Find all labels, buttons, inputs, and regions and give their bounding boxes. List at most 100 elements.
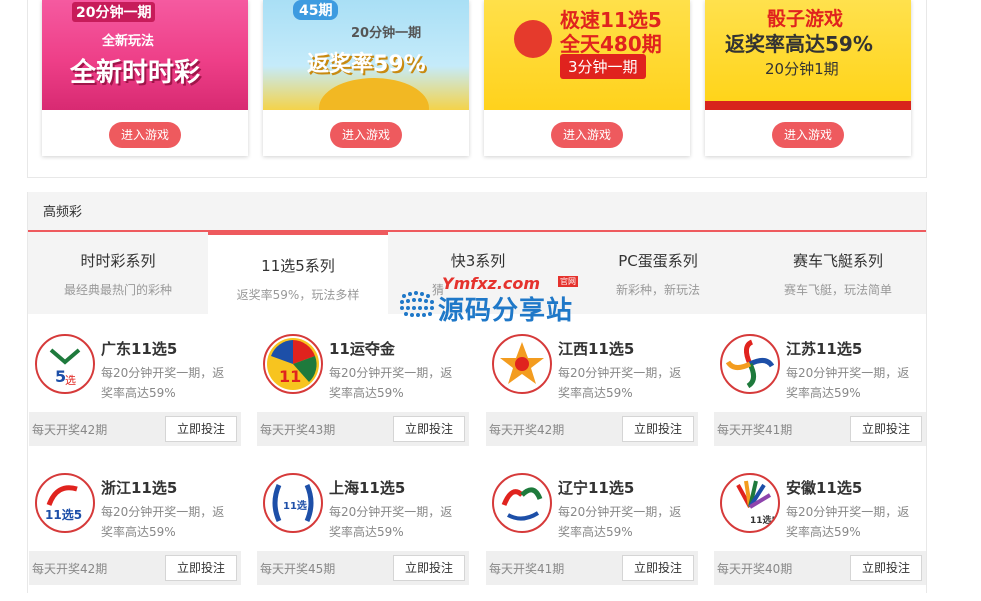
promo-banner: 骰子游戏 返奖率高达59% 20分钟1期 (705, 0, 911, 110)
section-title: 高频彩 (28, 192, 926, 232)
daily-draws: 每天开奖45期 (260, 562, 336, 576)
tab-title: PC蛋蛋系列 (618, 252, 698, 270)
bet-now-button[interactable]: 立即投注 (393, 555, 465, 581)
game-name: 浙江11选5 (101, 479, 178, 497)
bet-now-button[interactable]: 立即投注 (622, 416, 694, 442)
promo-banner: 极速11选5 全天480期 3分钟一期 (484, 0, 690, 110)
bet-now-button[interactable]: 立即投注 (393, 416, 465, 442)
game-name: 江苏11选5 (786, 340, 863, 358)
promo-line2: 20分钟一期 (351, 26, 422, 41)
game-card-jiangxi[interactable]: 江西11选5 每20分钟开奖一期，返奖率高达59% 每天开奖42期 立即投注 (486, 330, 698, 462)
bet-now-button[interactable]: 立即投注 (165, 555, 237, 581)
tab-subtitle: 最经典最热门的彩种 (63, 283, 172, 297)
promo-line3: 20分钟1期 (765, 60, 839, 78)
game-description: 每20分钟开奖一期，返奖率高达59% (558, 505, 682, 539)
game-description: 每20分钟开奖一期，返奖率高达59% (329, 366, 453, 400)
game-name: 上海11选5 (329, 479, 406, 497)
enter-game-button[interactable]: 进入游戏 (109, 122, 181, 148)
game-name: 辽宁11选5 (558, 479, 635, 497)
svg-text:11选5: 11选5 (45, 507, 82, 522)
daily-draws: 每天开奖40期 (717, 562, 793, 576)
promo-section: 20分钟一期 全新玩法 全新时时彩 进入游戏 45期 20分钟一期 返奖率59%… (27, 0, 927, 178)
game-footer: 每天开奖42期 立即投注 (486, 412, 698, 446)
game-card-yunduojin[interactable]: 11 11运夺金 每20分钟开奖一期，返奖率高达59% 每天开奖43期 立即投注 (257, 330, 469, 462)
game-footer: 每天开奖41期 立即投注 (714, 412, 926, 446)
daily-draws: 每天开奖42期 (489, 423, 565, 437)
promo-card-shishicai[interactable]: 20分钟一期 全新玩法 全新时时彩 进入游戏 (42, 0, 248, 156)
promo-line3: 返奖率59% (307, 52, 426, 77)
watermark: Ymfxz.com 官网 源码分享站 (398, 274, 588, 326)
promo-line3: 全新时时彩 (70, 58, 201, 88)
tab-pc-egg[interactable]: PC蛋蛋系列 新彩种，新玩法 (568, 232, 748, 314)
game-description: 每20分钟开奖一期，返奖率高达59% (329, 505, 453, 539)
game-card-anhui[interactable]: 11选5 安徽11选5 每20分钟开奖一期，返奖率高达59% 每天开奖40期 立… (714, 469, 926, 601)
anhui-logo-icon: 11选5 (720, 473, 780, 533)
game-footer: 每天开奖40期 立即投注 (714, 551, 926, 585)
enter-game-button[interactable]: 进入游戏 (772, 122, 844, 148)
lottery-logo-icon (514, 20, 552, 58)
yunduojin-logo-icon: 11 (263, 334, 323, 394)
game-name: 江西11选5 (558, 340, 635, 358)
game-footer: 每天开奖42期 立即投注 (29, 412, 241, 446)
jiangsu-logo-icon (720, 334, 780, 394)
tab-racing[interactable]: 赛车飞艇系列 赛车飞艇，玩法简单 (748, 232, 928, 314)
promo-line1: 20分钟一期 (72, 2, 156, 22)
bet-now-button[interactable]: 立即投注 (850, 416, 922, 442)
promo-banner: 45期 20分钟一期 返奖率59% (263, 0, 469, 110)
tab-title: 时时彩系列 (80, 252, 156, 270)
game-description: 每20分钟开奖一期，返奖率高达59% (786, 366, 910, 400)
promo-line3: 3分钟一期 (560, 54, 646, 79)
daily-draws: 每天开奖42期 (32, 423, 108, 437)
game-description: 每20分钟开奖一期，返奖率高达59% (101, 366, 225, 400)
watermark-tag: 官网 (558, 276, 578, 287)
game-footer: 每天开奖45期 立即投注 (257, 551, 469, 585)
game-card-guangdong[interactable]: 5选 广东11选5 每20分钟开奖一期，返奖率高达59% 每天开奖42期 立即投… (29, 330, 241, 462)
promo-banner: 20分钟一期 全新玩法 全新时时彩 (42, 0, 248, 110)
game-footer: 每天开奖41期 立即投注 (486, 551, 698, 585)
bet-now-button[interactable]: 立即投注 (165, 416, 237, 442)
game-name: 广东11选5 (101, 340, 178, 358)
guangdong-logo-icon: 5选 (35, 334, 95, 394)
daily-draws: 每天开奖42期 (32, 562, 108, 576)
promo-line2: 全新玩法 (102, 34, 155, 49)
bet-now-button[interactable]: 立即投注 (850, 555, 922, 581)
jiangxi-logo-icon (492, 334, 552, 394)
tab-title: 11选5系列 (261, 257, 335, 275)
daily-draws: 每天开奖41期 (717, 423, 793, 437)
tab-shishicai[interactable]: 时时彩系列 最经典最热门的彩种 (28, 232, 208, 314)
game-card-zhejiang[interactable]: 11选5 浙江11选5 每20分钟开奖一期，返奖率高达59% 每天开奖42期 立… (29, 469, 241, 601)
promo-line1: 骰子游戏 (767, 8, 844, 30)
enter-game-button[interactable]: 进入游戏 (330, 122, 402, 148)
promo-line2: 全天480期 (560, 32, 662, 56)
watermark-title: 源码分享站 (438, 296, 574, 326)
svg-text:11: 11 (279, 367, 301, 386)
tab-subtitle: 赛车飞艇，玩法简单 (783, 283, 892, 297)
enter-game-button[interactable]: 进入游戏 (551, 122, 623, 148)
svg-text:选: 选 (65, 374, 76, 387)
promo-line1: 45期 (293, 0, 339, 20)
watermark-globe-icon (400, 291, 434, 317)
promo-card-return-rate[interactable]: 45期 20分钟一期 返奖率59% 进入游戏 (263, 0, 469, 156)
svg-text:11选5: 11选5 (750, 514, 778, 526)
game-footer: 每天开奖42期 立即投注 (29, 551, 241, 585)
bet-now-button[interactable]: 立即投注 (622, 555, 694, 581)
shanghai-logo-icon: 11选 (263, 473, 323, 533)
game-card-jiangsu[interactable]: 江苏11选5 每20分钟开奖一期，返奖率高达59% 每天开奖41期 立即投注 (714, 330, 926, 462)
promo-card-jisu[interactable]: 极速11选5 全天480期 3分钟一期 进入游戏 (484, 0, 690, 156)
game-name: 安徽11选5 (786, 479, 863, 497)
game-name: 11运夺金 (329, 340, 395, 358)
game-description: 每20分钟开奖一期，返奖率高达59% (786, 505, 910, 539)
game-card-liaoning[interactable]: 辽宁11选5 每20分钟开奖一期，返奖率高达59% 每天开奖41期 立即投注 (486, 469, 698, 601)
promo-card-dice[interactable]: 骰子游戏 返奖率高达59% 20分钟1期 进入游戏 (705, 0, 911, 156)
svg-text:11选: 11选 (283, 499, 307, 512)
game-footer: 每天开奖43期 立即投注 (257, 412, 469, 446)
game-card-shanghai[interactable]: 11选 上海11选5 每20分钟开奖一期，返奖率高达59% 每天开奖45期 立即… (257, 469, 469, 601)
liaoning-logo-icon (492, 473, 552, 533)
game-description: 每20分钟开奖一期，返奖率高达59% (101, 505, 225, 539)
tab-11x5[interactable]: 11选5系列 返奖率59%，玩法多样 (208, 232, 388, 314)
tab-title: 快3系列 (450, 252, 506, 270)
daily-draws: 每天开奖41期 (489, 562, 565, 576)
zhejiang-logo-icon: 11选5 (35, 473, 95, 533)
tab-title: 赛车飞艇系列 (792, 252, 883, 270)
tab-subtitle: 返奖率59%，玩法多样 (236, 288, 360, 302)
